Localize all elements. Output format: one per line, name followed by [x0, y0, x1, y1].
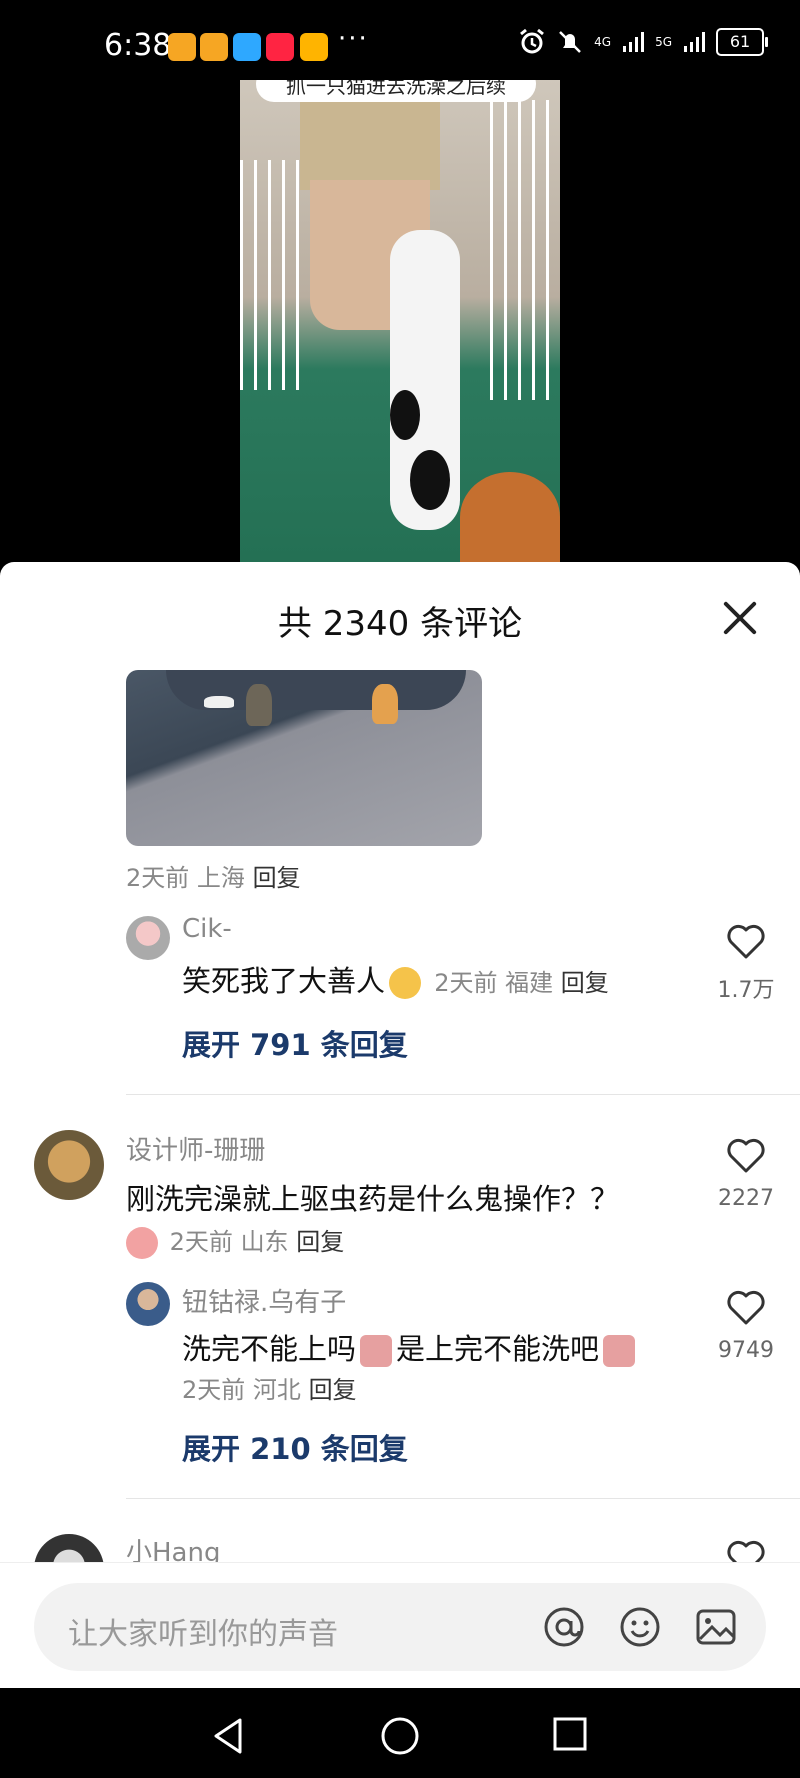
- comments-count-title: 共 2340 条评论: [277, 604, 523, 644]
- video-player[interactable]: 抓一只猫进去洗澡之后续: [240, 80, 560, 562]
- signal-icon: [684, 32, 705, 52]
- reply-button[interactable]: 回复: [561, 969, 609, 997]
- comment-location: 上海: [196, 864, 245, 892]
- comments-sheet: 共 2340 条评论 2天前 上海 回复 Cik- 笑死我了大善人 2天前 福建…: [0, 562, 800, 1688]
- comment-text-part: 是上完不能洗吧: [396, 1332, 600, 1366]
- comment-username[interactable]: 钮钴禄.乌有子: [182, 1282, 346, 1319]
- photo-cat: [246, 684, 272, 726]
- comment-username[interactable]: Cik-: [182, 914, 232, 944]
- comment-text-content: 笑死我了大善人: [182, 964, 386, 998]
- signal-icon: [623, 32, 645, 52]
- more-notifications-icon: ···: [338, 24, 369, 54]
- emoji-icon: [126, 1227, 158, 1259]
- alarm-icon: [520, 28, 545, 54]
- divider: [126, 1498, 800, 1499]
- mention-icon[interactable]: [542, 1605, 586, 1649]
- photo-cat: [372, 684, 398, 724]
- reply-button[interactable]: 回复: [253, 864, 301, 892]
- signal-4g-label: 4G: [594, 35, 612, 49]
- comment-location: 山东: [240, 1228, 289, 1256]
- photo-cat: [204, 696, 234, 708]
- comment-time: 2天前: [126, 864, 190, 892]
- emoji-icon: [603, 1335, 636, 1367]
- comment-image[interactable]: [126, 670, 482, 846]
- comment-location: 河北: [252, 1376, 301, 1404]
- heart-icon: [727, 1138, 765, 1173]
- like-count: 1.7万: [717, 978, 775, 1003]
- comment-input[interactable]: 让大家听到你的声音: [34, 1583, 766, 1671]
- comment-text: 刚洗完澡就上驱虫药是什么鬼操作？？: [126, 1182, 620, 1216]
- like-button[interactable]: 9749: [706, 1290, 786, 1363]
- weibo-app-icon: [200, 33, 228, 61]
- image-icon[interactable]: [694, 1605, 738, 1649]
- battery-icon: 61: [716, 28, 768, 56]
- close-icon[interactable]: [720, 598, 760, 638]
- comment-text: 笑死我了大善人 2天前 福建 回复: [182, 958, 609, 1000]
- comment-time: 2天前: [169, 1228, 233, 1256]
- cat-spot: [410, 450, 450, 510]
- comment-meta: 2天前 河北 回复: [182, 1370, 357, 1405]
- video-railing: [240, 160, 310, 390]
- avatar[interactable]: [34, 1130, 104, 1200]
- emoji-icon: [360, 1335, 393, 1367]
- expand-replies-link[interactable]: 展开 210 条回复: [182, 1426, 408, 1468]
- video-railing: [490, 100, 560, 400]
- comment-text-part: 洗完不能上吗: [182, 1332, 357, 1366]
- video-caption: 抓一只猫进去洗澡之后续: [256, 80, 536, 102]
- divider: [126, 1094, 800, 1095]
- recents-icon[interactable]: [552, 1716, 588, 1752]
- video-cat: [390, 230, 460, 530]
- like-button[interactable]: 2227: [706, 1138, 786, 1211]
- emoji-icon[interactable]: [618, 1605, 662, 1649]
- app-icon: [300, 33, 328, 61]
- comment-meta: 2天前 上海 回复: [126, 858, 301, 893]
- emoji-icon: [389, 967, 422, 999]
- reply-button[interactable]: 回复: [296, 1228, 344, 1256]
- heart-icon: [727, 924, 765, 959]
- comment-input-placeholder: 让大家听到你的声音: [68, 1617, 338, 1652]
- reply-button[interactable]: 回复: [309, 1376, 357, 1404]
- comment-text: 洗完不能上吗 是上完不能洗吧: [182, 1326, 639, 1368]
- cat-spot: [390, 390, 420, 440]
- like-count: 2227: [718, 1186, 774, 1211]
- back-icon[interactable]: [210, 1716, 246, 1756]
- status-time: 6:38: [104, 28, 172, 63]
- heart-icon: [727, 1290, 765, 1325]
- video-dog: [460, 472, 560, 562]
- weibo-app-icon: [168, 33, 196, 61]
- comment-time: 2天前: [182, 1376, 246, 1404]
- home-icon[interactable]: [380, 1716, 420, 1756]
- comment-time: 2天前: [434, 969, 498, 997]
- signal-5g-label: 5G: [655, 35, 672, 49]
- comment-location: 福建: [505, 969, 554, 997]
- avatar[interactable]: [126, 916, 170, 960]
- status-indicators: 4G 5G 61: [518, 28, 768, 56]
- like-count: 9749: [718, 1338, 774, 1363]
- avatar[interactable]: [126, 1282, 170, 1326]
- system-nav-bar: [0, 1688, 800, 1778]
- mute-bell-icon: [559, 31, 582, 53]
- comment-input-bar: 让大家听到你的声音: [0, 1562, 800, 1689]
- like-button[interactable]: 1.7万: [706, 924, 786, 1004]
- xiaohongshu-app-icon: [266, 33, 294, 61]
- expand-replies-link[interactable]: 展开 791 条回复: [182, 1022, 408, 1064]
- comment-meta: 2天前 福建 回复: [434, 969, 609, 997]
- comment-username[interactable]: 设计师-珊珊: [126, 1130, 265, 1167]
- app-icon: [233, 33, 261, 61]
- comment-meta: 2天前 山东 回复: [126, 1222, 344, 1259]
